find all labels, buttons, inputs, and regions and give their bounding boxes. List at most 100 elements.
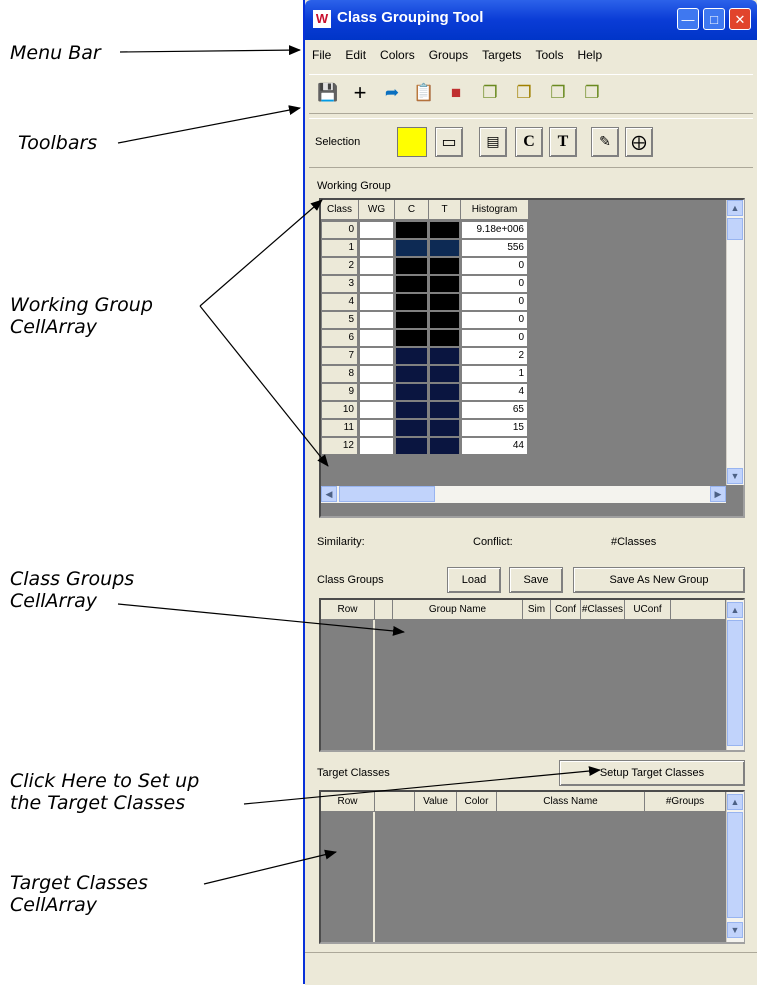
color-swatch-t[interactable] [430,420,460,437]
color-swatch-t[interactable] [430,276,460,293]
group-icon-2[interactable]: ❐ [513,82,535,104]
group-icon-4[interactable]: ❐ [581,82,603,104]
close-button[interactable]: ✕ [729,8,751,30]
color-swatch-t[interactable] [430,438,460,455]
color-swatch-c[interactable] [396,366,428,383]
color-swatch-c[interactable] [396,312,428,329]
save-icon[interactable]: 💾 [317,82,339,104]
header-uconf[interactable]: UConf [625,600,671,620]
select-page-icon[interactable]: ▭ [435,127,463,157]
color-swatch-c[interactable] [396,240,428,257]
color-swatch-c[interactable] [396,222,428,239]
wg-cell[interactable] [360,312,394,329]
scroll-down-icon[interactable]: ▼ [727,468,743,484]
merge-icon[interactable]: ➦ [381,82,403,104]
groups-scroll-thumb[interactable] [727,620,743,746]
wg-cell[interactable] [360,402,394,419]
header-conf[interactable]: Conf [551,600,581,620]
color-swatch-t[interactable] [430,258,460,275]
group-icon-3[interactable]: ❐ [547,82,569,104]
selection-color-swatch[interactable] [397,127,427,157]
copy-icon[interactable]: 📋 [413,82,435,104]
class-cell[interactable]: 4 [322,294,358,311]
menu-targets[interactable]: Targets [475,40,528,70]
header-row[interactable]: Row [321,600,375,620]
wg-cell[interactable] [360,276,394,293]
wg-cell[interactable] [360,384,394,401]
title-bar[interactable]: W Class Grouping Tool — □ ✕ [305,0,757,40]
wg-cell[interactable] [360,240,394,257]
select-criteria-icon[interactable]: ▤ [479,127,507,157]
class-cell[interactable]: 11 [322,420,358,437]
header-classes[interactable]: #Classes [581,600,625,620]
color-swatch-c[interactable] [396,402,428,419]
class-cell[interactable]: 9 [322,384,358,401]
color-swatch-c[interactable] [396,348,428,365]
color-swatch-t[interactable] [430,366,460,383]
select-t-button[interactable]: T [549,127,577,157]
crosshair-icon[interactable]: ⨁ [625,127,653,157]
class-cell[interactable]: 6 [322,330,358,347]
color-swatch-t[interactable] [430,294,460,311]
color-swatch-c[interactable] [396,294,428,311]
vertical-scrollbar[interactable]: ▲ ▼ [726,200,744,485]
group-icon-1[interactable]: ❐ [479,82,501,104]
scroll-right-icon[interactable]: ▶ [710,486,726,502]
menu-colors[interactable]: Colors [373,40,422,70]
menu-file[interactable]: File [305,40,338,70]
class-cell[interactable]: 2 [322,258,358,275]
header-histogram[interactable]: Histogram [461,200,529,220]
wg-cell[interactable] [360,420,394,437]
color-icon[interactable]: ■ [445,82,467,104]
class-cell[interactable]: 3 [322,276,358,293]
header-class[interactable]: Class [321,200,359,220]
scroll-thumb-h[interactable] [339,486,435,502]
color-swatch-t[interactable] [430,330,460,347]
wg-cell[interactable] [360,348,394,365]
class-cell[interactable]: 8 [322,366,358,383]
target-header-groups[interactable]: #Groups [645,792,726,812]
save-button[interactable]: Save [509,567,563,593]
header-c[interactable]: C [395,200,429,220]
scroll-up-icon[interactable]: ▲ [727,200,743,216]
color-swatch-t[interactable] [430,348,460,365]
select-c-button[interactable]: C [515,127,543,157]
color-swatch-t[interactable] [430,384,460,401]
header-sim[interactable]: Sim [523,600,551,620]
wg-cell[interactable] [360,330,394,347]
color-swatch-c[interactable] [396,438,428,455]
class-cell[interactable]: 1 [322,240,358,257]
wg-cell[interactable] [360,222,394,239]
color-swatch-c[interactable] [396,384,428,401]
target-scroll-down-icon[interactable]: ▼ [727,922,743,938]
target-scroll-thumb[interactable] [727,812,743,918]
class-cell[interactable]: 10 [322,402,358,419]
class-cell[interactable]: 7 [322,348,358,365]
menu-tools[interactable]: Tools [528,40,570,70]
setup-target-classes-button[interactable]: Setup Target Classes [559,760,745,786]
header-t[interactable]: T [429,200,461,220]
color-swatch-c[interactable] [396,276,428,293]
header-group-name[interactable]: Group Name [393,600,523,620]
target-header-class-name[interactable]: Class Name [497,792,645,812]
scroll-thumb[interactable] [727,218,743,240]
header-wg[interactable]: WG [359,200,395,220]
groups-scroll-up-icon[interactable]: ▲ [727,602,743,618]
maximize-button[interactable]: □ [703,8,725,30]
eraser-icon[interactable]: ✎ [591,127,619,157]
color-swatch-t[interactable] [430,402,460,419]
target-header-row[interactable]: Row [321,792,375,812]
target-header-value[interactable]: Value [415,792,457,812]
wg-cell[interactable] [360,366,394,383]
class-cell[interactable]: 5 [322,312,358,329]
target-scroll-up-icon[interactable]: ▲ [727,794,743,810]
color-swatch-c[interactable] [396,330,428,347]
menu-groups[interactable]: Groups [422,40,475,70]
color-swatch-t[interactable] [430,240,460,257]
wg-cell[interactable] [360,438,394,455]
class-cell[interactable]: 12 [322,438,358,455]
scroll-left-icon[interactable]: ◀ [321,486,337,502]
horizontal-scrollbar[interactable]: ◀ ▶ [321,486,726,503]
color-swatch-t[interactable] [430,222,460,239]
target-vertical-scrollbar[interactable]: ▲ ▼ [726,792,744,942]
